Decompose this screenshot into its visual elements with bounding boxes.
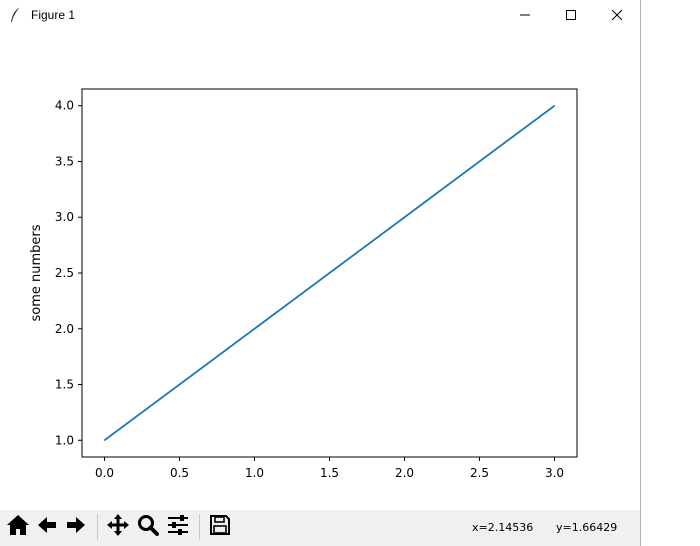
line-chart: 1.0 1.5 2.0 2.5 3.0 3.5 4.0 0.0 0.5 1.0 1.5 2.0 2.5… [29,88,578,480]
pan-button[interactable] [104,513,132,541]
toolbar-separator [97,514,98,540]
forward-button[interactable] [62,513,90,541]
maximize-icon [565,6,577,25]
y-tick-label: 2.5 [55,266,74,280]
y-tick-label: 4.0 [55,99,74,113]
data-point [404,216,405,218]
data-point [554,105,555,107]
configure-subplots-button[interactable] [164,513,192,541]
home-icon [6,514,30,540]
y-tick-label: 1.5 [55,378,74,392]
y-tick-label: 2.0 [55,322,74,336]
feather-icon [9,6,23,24]
x-tick-label: 1.5 [320,466,339,480]
arrow-right-icon [65,515,87,539]
minimize-button[interactable] [502,0,548,31]
sliders-icon [166,514,190,540]
window-title: Figure 1 [31,8,76,22]
close-icon [611,6,623,25]
save-button[interactable] [206,513,234,541]
x-axis: 0.0 0.5 1.0 1.5 2.0 2.5 3.0 [95,457,564,480]
x-coordinate-readout: x=2.14536 [472,521,534,534]
data-point [254,328,255,330]
x-tick-label: 0.0 [95,466,114,480]
home-button[interactable] [4,513,32,541]
series-group [103,105,556,441]
y-coordinate-readout: y=1.66429 [556,521,618,534]
x-tick-label: 0.5 [170,466,189,480]
x-tick-label: 3.0 [545,466,564,480]
maximize-button[interactable] [548,0,594,31]
y-tick-label: 3.5 [55,154,74,168]
series-line [103,105,556,441]
minimize-icon [519,6,531,25]
toolbar-separator [199,514,200,540]
title-bar[interactable]: Figure 1 [0,0,640,31]
x-tick-label: 2.0 [395,466,414,480]
figure-window: Figure 1 1.0 1.5 2.0 2.5 3.0 3.5 4.0 0.0 0.5 1.0… [0,0,641,546]
figure-canvas[interactable]: 1.0 1.5 2.0 2.5 3.0 3.5 4.0 0.0 0.5 1.0 1.5 2.0 2.5… [0,31,640,510]
close-button[interactable] [594,0,640,31]
floppy-disk-icon [209,514,231,540]
y-axis: 1.0 1.5 2.0 2.5 3.0 3.5 4.0 [55,99,82,447]
x-tick-label: 1.0 [245,466,264,480]
magnifier-icon [137,514,159,540]
back-button[interactable] [33,513,61,541]
arrow-left-icon [36,515,58,539]
y-tick-label: 1.0 [55,433,74,447]
y-tick-label: 3.0 [55,210,74,224]
move-icon [106,513,130,541]
y-axis-label: some numbers [29,224,44,321]
zoom-button[interactable] [134,513,162,541]
x-tick-label: 2.5 [470,466,489,480]
navigation-toolbar: x=2.14536 y=1.66429 [0,510,640,546]
data-point [104,439,105,441]
